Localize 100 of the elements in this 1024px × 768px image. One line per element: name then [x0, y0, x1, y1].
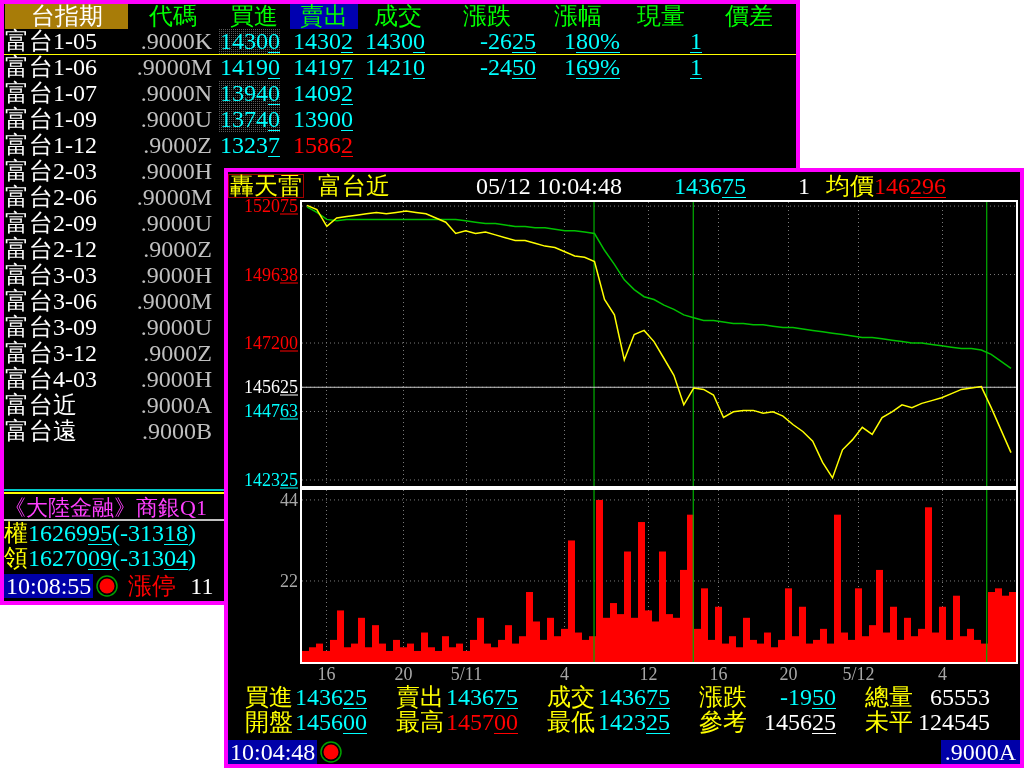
tick-volume: 1 — [690, 29, 702, 54]
stat-value: 143675 — [598, 685, 670, 710]
contract-code: .9000U — [140, 211, 213, 236]
contract-code: .9000Z — [143, 237, 213, 262]
contract-name: 富台3-09 — [5, 315, 98, 340]
quote-row[interactable]: 富台3-12 .9000Z — [4, 341, 218, 367]
contract-code: .9000B — [142, 419, 213, 444]
count-label: 11 — [190, 572, 214, 599]
stat-value: 145600 — [295, 710, 367, 735]
y-axis-label: 142325 — [244, 470, 298, 490]
contract-name: 富台2-03 — [5, 159, 98, 184]
x-axis-label: 16 — [317, 664, 336, 684]
column-header[interactable]: 價差 — [702, 4, 796, 29]
price-change: -2625 — [480, 29, 536, 54]
y-axis-label: 144763 — [244, 401, 298, 421]
quote-row[interactable]: 富台1-07 .9000N 13940 14092 — [4, 81, 796, 107]
contract-name: 富台1-06 — [5, 55, 98, 80]
contract-code: .9000Z — [143, 341, 213, 366]
contract-name: 富台3-12 — [5, 341, 98, 366]
stat-label: 最高 — [396, 710, 444, 735]
datetime-label: 05/12 10:04:48 — [476, 173, 623, 199]
last-price: 14210 — [364, 55, 425, 80]
contract-code: .9000H — [140, 263, 213, 288]
contract-name: 富台2-09 — [5, 211, 98, 236]
quote-row[interactable]: 富台1-06 .9000M 14190 14197 14210 -2450 169% 1 — [4, 55, 796, 81]
contract-name: 富台1-09 — [5, 107, 98, 132]
last-volume: 1 — [798, 173, 810, 199]
index-value: 1627009 — [28, 545, 112, 571]
price-change: -2450 — [480, 55, 536, 80]
column-header[interactable]: 買進 — [218, 4, 290, 29]
quote-row[interactable]: 富台3-06 .9000M — [4, 289, 218, 315]
contract-name: 富台近 — [5, 393, 78, 418]
contract-name: 富台1-05 — [5, 29, 98, 54]
contract-code: .9000U — [140, 107, 213, 132]
quote-row[interactable]: 富台3-09 .9000U — [4, 315, 218, 341]
contract-code: .9000M — [136, 185, 213, 210]
contract-name: 富台1-07 — [5, 81, 98, 106]
last-price: 14300 — [364, 29, 425, 54]
x-axis-label: 5/11 — [450, 664, 483, 684]
clock-time: 10:08:55 — [4, 573, 94, 598]
bid-price: 13740 — [218, 107, 280, 132]
y-axis-label: 152075 — [244, 196, 298, 216]
bid-price: 13940 — [218, 81, 280, 106]
column-header[interactable]: 賣出 — [290, 4, 358, 29]
contract-name: 富台2-06 — [5, 185, 98, 210]
stat-label: 漲跌 — [699, 685, 747, 710]
status-light-icon — [320, 741, 343, 763]
quote-row[interactable]: 富台2-09 .9000U — [4, 211, 218, 237]
ask-price: 14197 — [292, 55, 353, 80]
column-header[interactable]: 漲跌 — [438, 4, 536, 29]
column-header[interactable]: 成交 — [358, 4, 438, 29]
ask-price: 14092 — [292, 81, 353, 106]
stat-label: 賣出 — [396, 685, 444, 710]
contract-name: 富台3-06 — [5, 289, 98, 314]
stat-value: 124545 — [918, 710, 990, 735]
quote-row[interactable]: 富台2-03 .9000H — [4, 159, 218, 185]
symbol-code: .9000A — [940, 740, 1020, 764]
quote-row[interactable]: 富台遠 .9000B — [4, 419, 218, 445]
contract-code: .9000A — [140, 393, 213, 418]
x-axis-label: 4 — [560, 664, 569, 684]
quote-row[interactable]: 富台1-09 .9000U 13740 13900 — [4, 107, 796, 133]
stat-label: 開盤 — [245, 710, 293, 735]
stat-label: 總量 — [865, 685, 913, 710]
column-header[interactable]: 代碼 — [128, 4, 218, 29]
tick-volume: 1 — [690, 55, 702, 80]
column-header[interactable]: 漲幅 — [536, 4, 620, 29]
column-header[interactable]: 現量 — [620, 4, 702, 29]
x-axis-label: 5/12 — [842, 664, 875, 684]
contract-code: .9000Z — [143, 133, 213, 158]
news-ticker: 《大陸金融》商銀Q1 — [4, 495, 207, 520]
stat-label: 成交 — [547, 685, 595, 710]
stat-value: 145700 — [446, 710, 518, 735]
contract-code: .9000H — [140, 159, 213, 184]
quote-row[interactable]: 富台1-05 .9000K 14300 14302 14300 -2625 180% 1 — [4, 29, 796, 55]
status-light-icon — [96, 574, 119, 597]
x-axis-label: 20 — [779, 664, 798, 684]
index-change: (-31318) — [112, 520, 196, 546]
quote-row[interactable]: 富台近 .9000A — [4, 393, 218, 419]
quote-row[interactable]: 富台4-03 .9000H — [4, 367, 218, 393]
stat-label: 買進 — [245, 685, 293, 710]
stat-value: 142325 — [598, 710, 670, 735]
clock-time: 10:04:48 — [228, 740, 318, 764]
stat-value: -1950 — [780, 685, 836, 710]
symbol-label: 富台近 — [318, 173, 390, 199]
stat-label: 未平 — [865, 710, 913, 735]
quote-row[interactable]: 富台3-03 .9000H — [4, 263, 218, 289]
ask-price: 15862 — [292, 133, 353, 158]
quote-row[interactable]: 富台2-12 .9000Z — [4, 237, 218, 263]
x-axis-label: 4 — [938, 664, 947, 684]
bid-price: 13237 — [219, 133, 280, 158]
stat-label: 參考 — [699, 710, 747, 735]
contract-name: 富台1-12 — [5, 133, 98, 158]
index-change: (-31304) — [112, 545, 196, 571]
contract-name: 富台2-12 — [5, 237, 98, 262]
average-price: 146296 — [874, 173, 946, 199]
stat-value: 143675 — [446, 685, 518, 710]
stat-value: 65553 — [930, 685, 990, 710]
quote-row[interactable]: 富台2-06 .9000M — [4, 185, 218, 211]
contract-code: .9000K — [140, 29, 213, 54]
quote-row[interactable]: 富台1-12 .9000Z 13237 15862 — [4, 133, 796, 159]
